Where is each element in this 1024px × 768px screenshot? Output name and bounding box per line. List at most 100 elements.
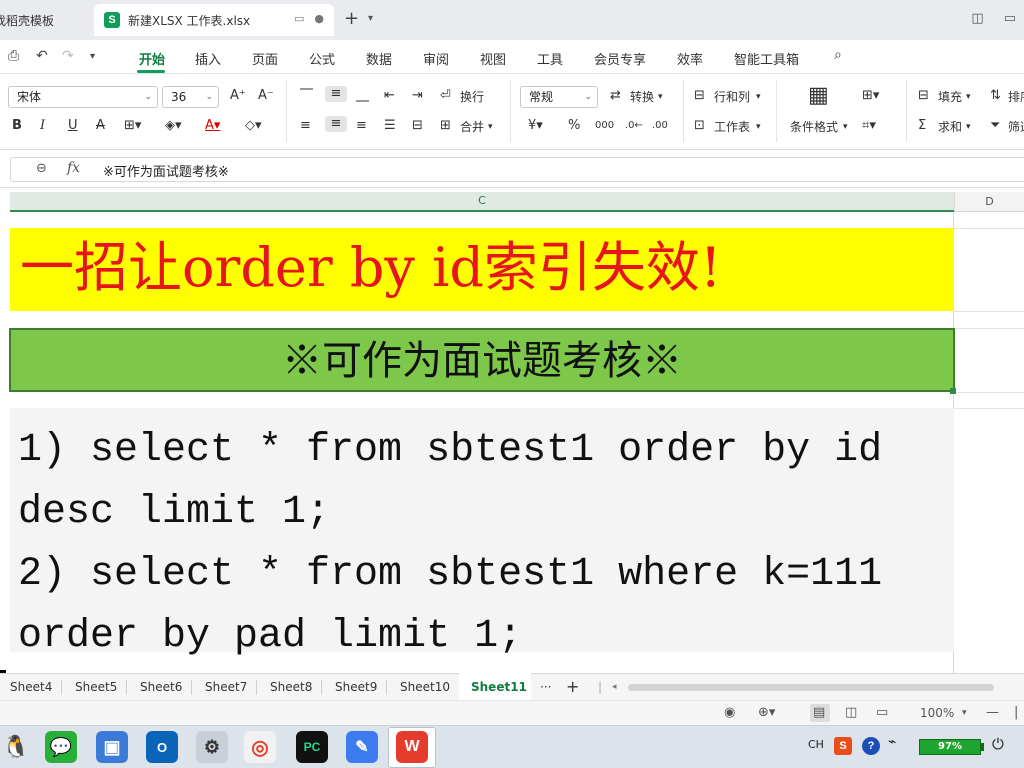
column-header-d[interactable]: D — [954, 192, 1024, 212]
align-center-icon[interactable]: ≡ — [325, 116, 347, 132]
menu-review[interactable]: 审阅 — [423, 49, 449, 68]
help-icon[interactable]: ? — [862, 737, 880, 755]
merge-chevron-down-icon[interactable]: ▾ — [488, 119, 493, 135]
fill-icon[interactable]: ⊟ — [918, 88, 929, 104]
menu-smart-toolbox[interactable]: 智能工具箱 — [734, 49, 799, 68]
rows-columns-icon[interactable]: ⊟ — [694, 88, 705, 104]
sogou-ime-icon[interactable]: S — [834, 737, 852, 755]
align-left-icon[interactable]: ≡ — [300, 118, 311, 134]
filter-button[interactable]: 筛选 — [1008, 119, 1024, 135]
view-options-icon[interactable]: ⊕▾ — [758, 705, 775, 720]
menu-formula[interactable]: 公式 — [309, 49, 335, 68]
ime-indicator[interactable]: CH — [808, 738, 824, 751]
italic-icon[interactable]: I — [40, 118, 45, 134]
column-header-c[interactable]: C — [10, 192, 954, 212]
sheet-tab-sheet6[interactable]: Sheet6 — [140, 680, 182, 694]
print-preview-icon[interactable]: ⎙ — [8, 48, 19, 64]
conditional-format-icon[interactable]: ▦ — [808, 84, 829, 108]
usb-device-icon[interactable]: ⌁ — [888, 734, 896, 750]
merge-button[interactable]: 合并 — [460, 119, 484, 135]
align-top-icon[interactable]: ⎺ — [300, 88, 313, 104]
normal-view-icon[interactable]: ▤ — [813, 705, 825, 720]
tab-dot-icon[interactable]: ● — [314, 12, 324, 25]
underline-icon[interactable]: U — [68, 118, 78, 134]
sheet-tab-sheet5[interactable]: Sheet5 — [75, 680, 117, 694]
function-fx-icon[interactable]: fx — [67, 160, 80, 176]
outlook-icon[interactable]: O — [146, 731, 178, 763]
percent-icon[interactable]: % — [568, 118, 580, 134]
sql-code-cell[interactable]: 1) select * from sbtest1 order by id des… — [10, 408, 954, 659]
zoom-slider-icon[interactable]: | — [1014, 705, 1018, 720]
bold-icon[interactable]: B — [12, 118, 22, 134]
new-tab-chevron-down-icon[interactable]: ▾ — [368, 13, 373, 24]
scroll-left-icon[interactable]: ◂ — [612, 682, 617, 692]
network-tool-icon[interactable]: ⚙ — [196, 731, 228, 763]
merge-icon[interactable]: ⊞ — [440, 118, 451, 134]
qq-penguin-icon[interactable]: 🐧 — [0, 731, 32, 763]
undo-icon[interactable]: ↶ — [36, 48, 48, 64]
worksheet-icon[interactable]: ⊡ — [694, 118, 705, 134]
zoom-magnifier-icon[interactable]: ⊖ — [36, 161, 47, 176]
page-break-view-icon[interactable]: ▭ — [876, 705, 888, 720]
wrap-text-icon[interactable]: ⏎ — [440, 88, 451, 104]
menu-home[interactable]: 开始 — [139, 49, 165, 68]
font-grow-icon[interactable]: A⁺ — [230, 88, 246, 104]
sheet-tab-sheet10[interactable]: Sheet10 — [400, 680, 450, 694]
eye-protection-icon[interactable]: ◉ — [724, 705, 735, 720]
tab-active-workbook[interactable]: S 新建XLSX 工作表.xlsx ▭ ● — [94, 4, 334, 36]
page-layout-view-icon[interactable]: ◫ — [845, 705, 857, 720]
zoom-out-icon[interactable]: — — [986, 705, 999, 720]
decrease-decimal-icon[interactable]: .00 — [652, 118, 668, 134]
subtitle-cell-selected[interactable]: ※可作为面试题考核※ — [9, 328, 955, 392]
battery-indicator[interactable]: 97% — [919, 739, 981, 755]
freeze-icon[interactable]: ⌗▾ — [862, 118, 876, 134]
search-icon[interactable]: ⌕ — [834, 47, 842, 63]
decrease-indent-icon[interactable]: ⇤ — [384, 88, 395, 104]
menu-data[interactable]: 数据 — [366, 49, 392, 68]
tab-template-store[interactable]: 找稻壳模板 — [0, 4, 90, 36]
sheet-tab-sheet4[interactable]: Sheet4 — [10, 680, 52, 694]
menu-member[interactable]: 会员专享 — [594, 49, 646, 68]
window-restore-icon[interactable]: ▭ — [1004, 11, 1016, 26]
increase-decimal-icon[interactable]: .0← — [625, 118, 643, 134]
sheet-tab-sheet9[interactable]: Sheet9 — [335, 680, 377, 694]
formula-content[interactable]: ※可作为面试题考核※ — [103, 161, 229, 180]
zoom-chevron-down-icon[interactable]: ▾ — [962, 708, 967, 718]
fill-button[interactable]: 填充 — [938, 89, 962, 105]
wrap-text-button[interactable]: 换行 — [460, 89, 484, 105]
border-icon[interactable]: ⊞▾ — [124, 118, 141, 134]
sheet-tab-sheet8[interactable]: Sheet8 — [270, 680, 312, 694]
worksheet-chevron-down-icon[interactable]: ▾ — [756, 119, 761, 135]
number-format-select[interactable]: 常规 ⌄ — [520, 86, 598, 108]
more-sheets-button[interactable]: ··· — [540, 680, 551, 694]
align-middle-icon[interactable]: ≡ — [325, 86, 347, 102]
font-name-select[interactable]: 宋体 ⌄ — [8, 86, 158, 108]
align-right-icon[interactable]: ≡ — [356, 118, 367, 134]
tab-restore-icon[interactable]: ▭ — [294, 12, 304, 25]
menu-tools[interactable]: 工具 — [537, 49, 563, 68]
worksheet-button[interactable]: 工作表 — [714, 119, 750, 135]
title-cell[interactable]: 一招让order by id索引失效! — [10, 228, 954, 311]
fill-color-icon[interactable]: ◈▾ — [165, 118, 182, 134]
fill-handle[interactable] — [950, 388, 956, 394]
align-bottom-icon[interactable]: ⎽ — [356, 88, 369, 104]
fill-chevron-down-icon[interactable]: ▾ — [966, 89, 971, 105]
sort-icon[interactable]: ⇅ — [990, 88, 1001, 104]
add-sheet-button[interactable]: + — [566, 677, 579, 696]
font-size-select[interactable]: 36 ⌄ — [162, 86, 219, 108]
window-layout-icon[interactable]: ◫ — [971, 11, 983, 26]
snail-app-icon[interactable]: ◎ — [244, 731, 276, 763]
font-shrink-icon[interactable]: A⁻ — [258, 88, 274, 104]
menu-efficiency[interactable]: 效率 — [677, 49, 703, 68]
quick-access-chevron-down-icon[interactable]: ▾ — [90, 51, 95, 62]
menu-view[interactable]: 视图 — [480, 49, 506, 68]
thousands-icon[interactable]: 000 — [595, 118, 614, 134]
distributed-icon[interactable]: ⊟ — [412, 118, 423, 134]
pycharm-icon[interactable]: PC — [296, 731, 328, 763]
cell-style-icon[interactable]: ⊞▾ — [862, 88, 879, 104]
zoom-level[interactable]: 100% — [920, 706, 954, 720]
wps-office-icon[interactable]: W — [396, 731, 428, 763]
rows-columns-button[interactable]: 行和列 — [714, 89, 750, 105]
power-plug-icon[interactable]: ⏻ — [992, 735, 1004, 753]
conditional-format-chevron-down-icon[interactable]: ▾ — [843, 119, 848, 135]
